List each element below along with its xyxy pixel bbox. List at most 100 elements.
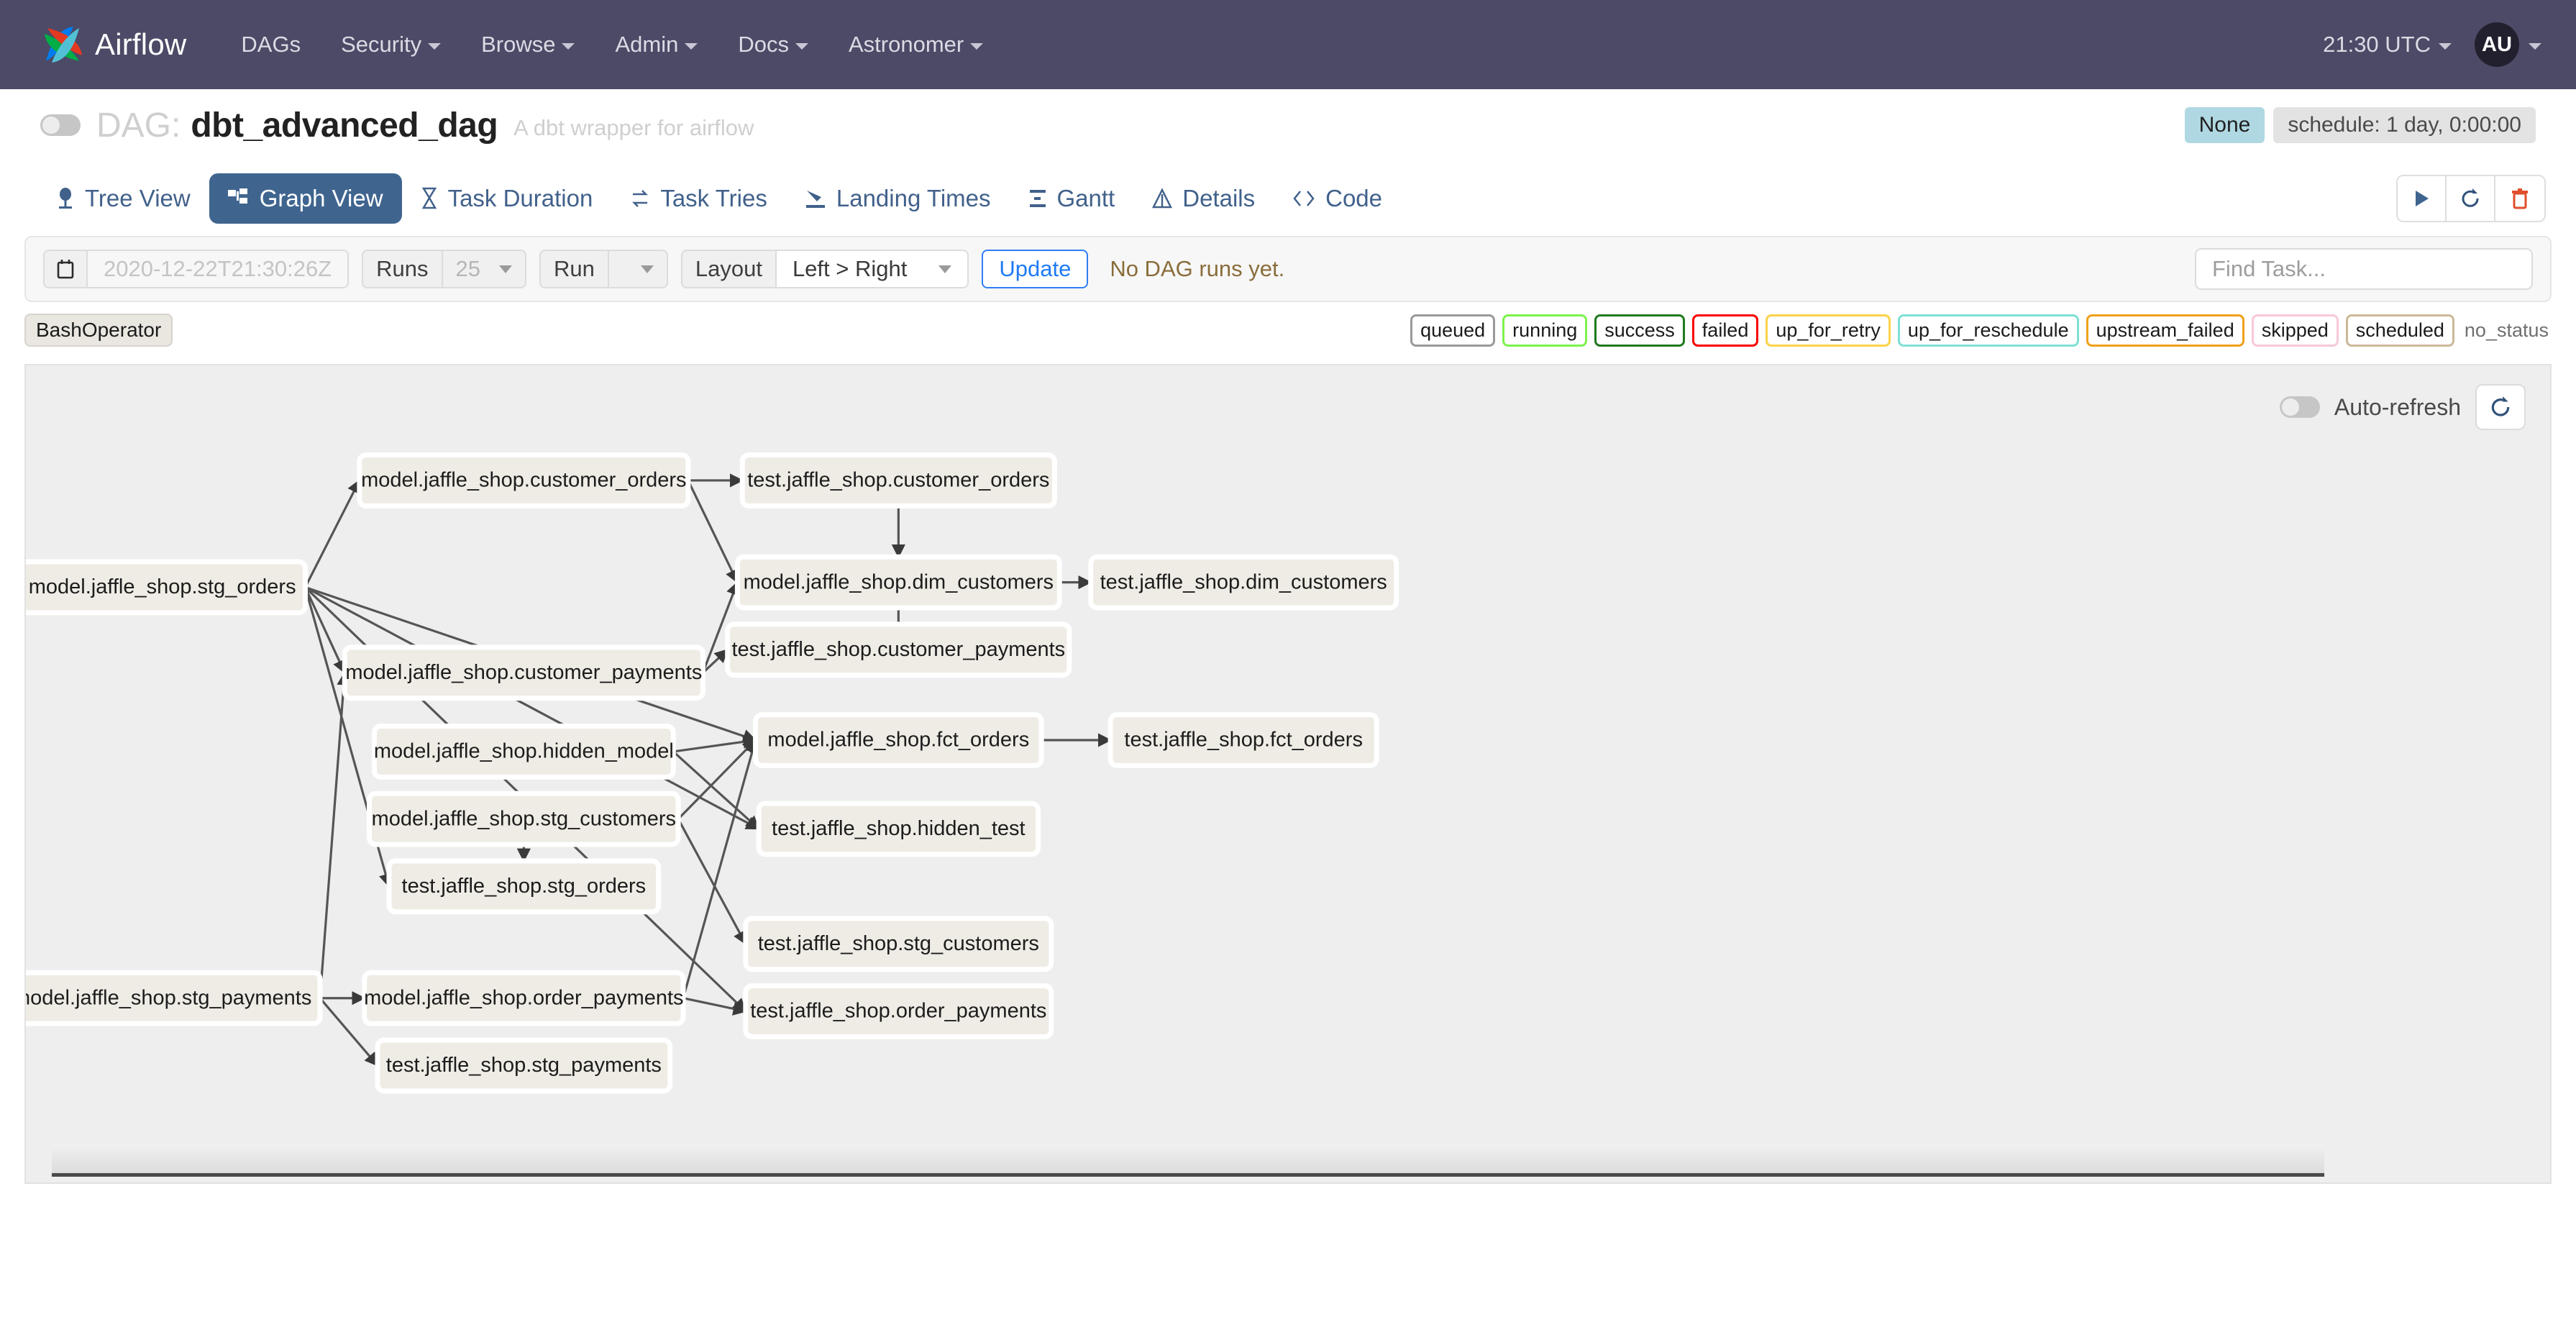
graph-node[interactable]: model.jaffle_shop.customer_orders (357, 452, 691, 509)
find-task-input[interactable]: Find Task... (2195, 248, 2533, 290)
legend-chip-no-status: no_status (2464, 319, 2549, 341)
view-tabbar: Tree View Graph View Task Duration Task … (0, 161, 2576, 236)
tab-landing-times[interactable]: Landing Times (786, 173, 1010, 224)
legend-chip-scheduled[interactable]: scheduled (2345, 314, 2454, 347)
execution-date-input[interactable]: 2020-12-22T21:30:26Z (88, 250, 350, 288)
dag-header-pills: None schedule: 1 day, 0:00:00 (2184, 89, 2536, 161)
legend-chip-success[interactable]: success (1594, 314, 1685, 347)
horizontal-scrollbar[interactable] (52, 1145, 2324, 1177)
nav-item-browse[interactable]: Browse (461, 24, 595, 65)
tab-task-duration[interactable]: Task Duration (402, 173, 612, 224)
dag-description: A dbt wrapper for airflow (513, 115, 754, 140)
layout-select[interactable]: Left > Right (776, 250, 969, 288)
graph-canvas-panel[interactable]: Auto-refresh model.jaffle_shop.customer_… (24, 364, 2552, 1184)
layout-group: Layout Left > Right (680, 250, 969, 288)
legend-chip-up-for-reschedule[interactable]: up_for_reschedule (1897, 314, 2079, 347)
dag-prefix-label: DAG: (96, 106, 181, 145)
graph-refresh-button[interactable] (2475, 384, 2526, 430)
delete-dag-button[interactable] (2495, 176, 2544, 221)
chevron-down-icon (498, 265, 512, 273)
auto-refresh-controls: Auto-refresh (2279, 384, 2526, 430)
graph-node[interactable]: test.jaffle_shop.stg_orders (386, 858, 662, 915)
airflow-brand[interactable]: Airflow (40, 22, 186, 67)
landing-icon (805, 188, 826, 209)
graph-node-layer: model.jaffle_shop.customer_orders test.ja… (26, 452, 1399, 1094)
legend-chip-queued[interactable]: queued (1410, 314, 1496, 347)
tab-label: Task Tries (660, 185, 767, 211)
tab-task-tries[interactable]: Task Tries (611, 173, 786, 224)
graph-node[interactable]: test.jaffle_shop.order_payments (743, 983, 1054, 1039)
graph-node[interactable]: test.jaffle_shop.customer_payments (725, 621, 1072, 678)
runs-group: Runs 25 (362, 250, 526, 288)
nav-item-label: DAGs (241, 32, 301, 57)
schedule-badge: schedule: 1 day, 0:00:00 (2273, 107, 2536, 143)
hourglass-icon (421, 187, 438, 210)
page-title: dbt_advanced_dag (191, 106, 498, 145)
run-group: Run (539, 250, 668, 288)
user-menu[interactable]: AU (2475, 22, 2541, 67)
update-button[interactable]: Update (982, 250, 1089, 288)
tab-code[interactable]: Code (1274, 173, 1401, 224)
graph-node[interactable]: model.jaffle_shop.stg_customers (367, 790, 681, 847)
graph-node[interactable]: test.jaffle_shop.customer_orders (739, 452, 1057, 509)
graph-node[interactable]: test.jaffle_shop.fct_orders (1107, 712, 1379, 768)
auto-refresh-toggle[interactable] (2279, 396, 2320, 418)
run-select[interactable] (608, 250, 668, 288)
graph-node[interactable]: test.jaffle_shop.hidden_test (756, 801, 1041, 857)
tab-details[interactable]: Details (1133, 173, 1274, 224)
graph-node-label: model.jaffle_shop.order_payments (364, 986, 683, 1009)
nav-item-astronomer[interactable]: Astronomer (828, 24, 1003, 65)
graph-node-label: model.jaffle_shop.stg_payments (26, 986, 311, 1009)
runs-select[interactable]: 25 (442, 250, 526, 288)
avatar: AU (2475, 22, 2519, 67)
graph-node[interactable]: test.jaffle_shop.stg_customers (743, 916, 1054, 972)
graph-node[interactable]: model.jaffle_shop.fct_orders (753, 712, 1044, 768)
refresh-dag-button[interactable] (2447, 176, 2495, 221)
graph-node-label: model.jaffle_shop.stg_customers (372, 807, 676, 830)
graph-node[interactable]: model.jaffle_shop.dim_customers (734, 554, 1062, 611)
graph-edge (304, 479, 361, 588)
legend-chip-upstream-failed[interactable]: upstream_failed (2086, 314, 2244, 347)
graph-node-label: test.jaffle_shop.stg_payments (386, 1054, 662, 1077)
graph-node[interactable]: model.jaffle_shop.stg_orders (26, 559, 308, 616)
graph-node[interactable]: model.jaffle_shop.customer_payments (342, 644, 705, 701)
nav-item-security[interactable]: Security (321, 24, 461, 65)
nav-item-label: Browse (481, 32, 556, 57)
graph-edge (677, 818, 747, 946)
legend-chip-running[interactable]: running (1502, 314, 1588, 347)
tab-gantt[interactable]: Gantt (1010, 173, 1134, 224)
legend-chip-skipped[interactable]: skipped (2251, 314, 2339, 347)
execution-date-group: 2020-12-22T21:30:26Z (43, 250, 350, 288)
chevron-down-icon (428, 43, 442, 50)
tree-icon (56, 188, 75, 209)
legend-chip-failed[interactable]: failed (1691, 314, 1759, 347)
dag-pause-toggle[interactable] (40, 114, 81, 136)
graph-node[interactable]: model.jaffle_shop.stg_payments (26, 970, 323, 1026)
graph-node[interactable]: test.jaffle_shop.stg_payments (375, 1037, 673, 1094)
nav-item-docs[interactable]: Docs (718, 24, 828, 65)
nav-item-label: Security (341, 32, 422, 57)
graph-node-label: test.jaffle_shop.customer_orders (747, 469, 1049, 492)
graph-node-label: test.jaffle_shop.order_payments (750, 1000, 1046, 1023)
timezone-selector[interactable]: 21:30 UTC (2323, 32, 2452, 58)
nav-item-admin[interactable]: Admin (595, 24, 718, 65)
runs-label: Runs (362, 250, 443, 288)
chevron-down-icon (685, 43, 698, 50)
graph-edge (319, 671, 351, 998)
calendar-icon[interactable] (43, 250, 88, 288)
graph-node[interactable]: test.jaffle_shop.dim_customers (1088, 554, 1399, 611)
dag-action-buttons (2396, 161, 2546, 236)
tab-graph-view[interactable]: Graph View (209, 173, 402, 224)
navbar-menu: DAGs Security Browse Admin Docs Astronom… (221, 24, 1003, 65)
graph-icon (227, 188, 250, 209)
trigger-dag-button[interactable] (2398, 176, 2447, 221)
dag-graph[interactable]: model.jaffle_shop.customer_orders test.ja… (26, 365, 2550, 1184)
graph-edge (687, 480, 739, 584)
legend-chip-up-for-retry[interactable]: up_for_retry (1766, 314, 1891, 347)
graph-node[interactable]: model.jaffle_shop.hidden_model (371, 724, 676, 780)
graph-node-label: test.jaffle_shop.dim_customers (1100, 570, 1387, 593)
graph-node[interactable]: model.jaffle_shop.order_payments (362, 970, 686, 1026)
chevron-down-icon (640, 265, 654, 273)
nav-item-dags[interactable]: DAGs (221, 24, 321, 65)
tab-tree-view[interactable]: Tree View (37, 173, 209, 224)
